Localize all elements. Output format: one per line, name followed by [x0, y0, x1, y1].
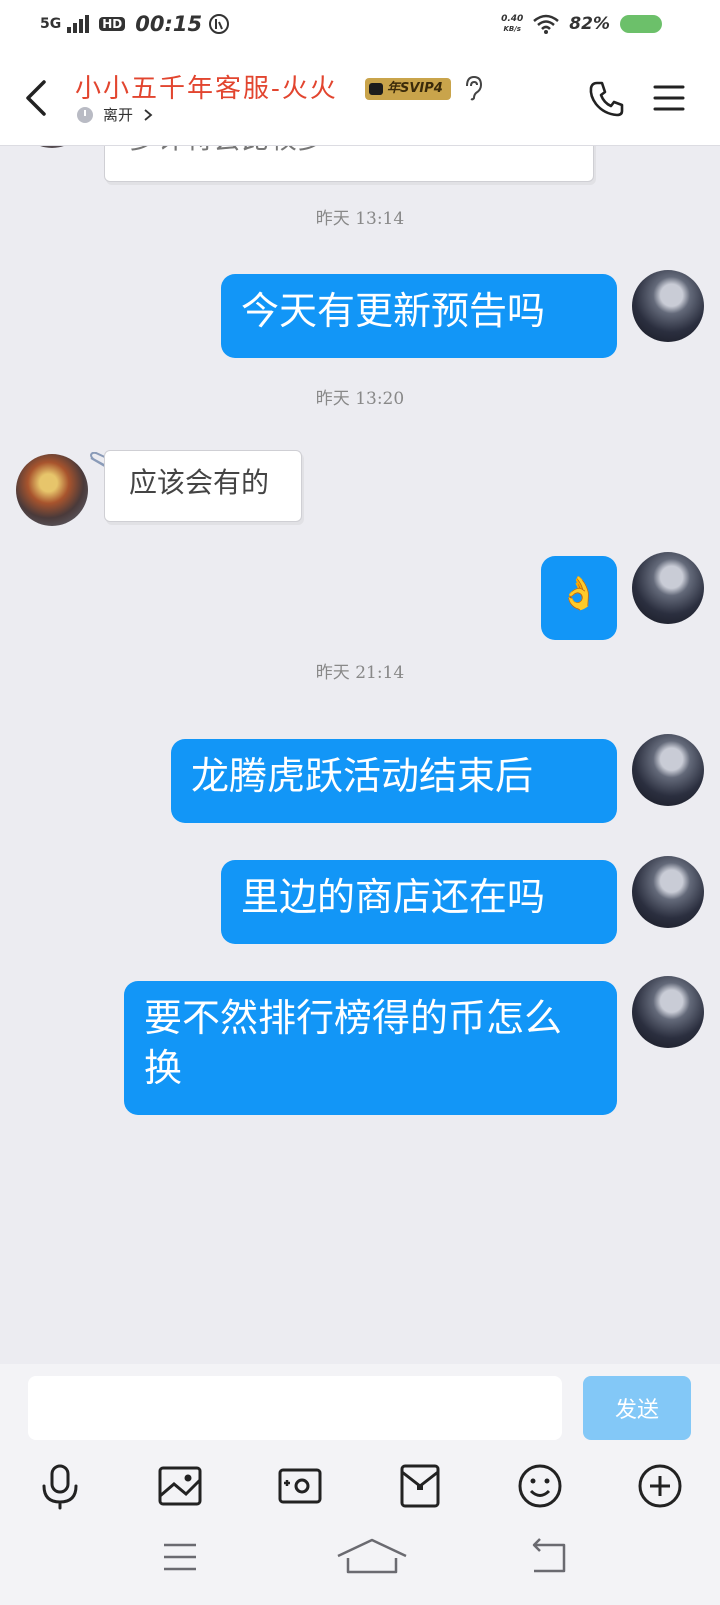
message-input[interactable] [28, 1376, 562, 1440]
input-bar: 发送 [0, 1364, 720, 1605]
nav-back-button[interactable] [520, 1532, 580, 1582]
chevron-right-icon [144, 108, 153, 121]
clock-icon [77, 106, 93, 123]
wifi-icon [533, 14, 560, 34]
nav-home-button[interactable] [332, 1532, 412, 1582]
red-packet-icon[interactable] [392, 1458, 448, 1514]
timestamp: 昨天 21:14 [315, 663, 405, 683]
message-bubble-partial[interactable]: 多许将会比较多 [104, 146, 594, 182]
add-icon[interactable] [632, 1458, 688, 1514]
status-bar: 5G HD 00:15 0.40 KB/s 82% [0, 0, 720, 52]
my-avatar[interactable] [632, 270, 704, 342]
message-list[interactable]: 多许将会比较多 昨天 13:14 今天有更新预告吗 昨天 13:20 应该会有的… [0, 146, 720, 1364]
message-bubble-outgoing[interactable]: 龙腾虎跃活动结束后 [171, 739, 617, 823]
menu-button[interactable] [653, 82, 685, 114]
camera-icon[interactable] [272, 1458, 328, 1514]
microphone-icon[interactable] [32, 1458, 88, 1514]
battery-icon [620, 15, 662, 33]
chat-header: 小小五千年客服-火火 年SVIP4 离开 [0, 52, 720, 146]
signal-icon [67, 15, 90, 33]
message-bubble-outgoing[interactable]: 里边的商店还在吗 [221, 860, 617, 944]
agent-avatar[interactable] [16, 454, 88, 526]
battery-percent: 82% [569, 14, 610, 34]
ear-icon[interactable] [462, 74, 484, 102]
timestamp: 昨天 13:20 [315, 389, 405, 409]
message-bubble-outgoing[interactable]: 今天有更新预告吗 [221, 274, 617, 358]
phone-call-button[interactable] [588, 80, 624, 118]
presence-label: 离开 [103, 106, 134, 124]
send-button[interactable]: 发送 [583, 1376, 691, 1440]
image-icon[interactable] [152, 1458, 208, 1514]
chat-title[interactable]: 小小五千年客服-火火 [75, 68, 338, 105]
my-avatar[interactable] [632, 552, 704, 624]
notification-icon [209, 14, 230, 34]
message-bubble-incoming[interactable]: 应该会有的 [104, 450, 302, 522]
emoji-icon[interactable] [512, 1458, 568, 1514]
my-avatar[interactable] [632, 734, 704, 806]
nav-menu-button[interactable] [150, 1532, 210, 1582]
status-time: 00:15 [135, 12, 203, 36]
message-bubble-outgoing[interactable]: 👌 [541, 556, 617, 640]
net-speed: 0.40 KB/s [501, 14, 524, 33]
my-avatar[interactable] [632, 856, 704, 928]
timestamp: 昨天 13:14 [315, 209, 405, 229]
agent-avatar-partial[interactable] [16, 146, 88, 148]
back-button[interactable] [18, 76, 58, 120]
hd-badge: HD [99, 17, 126, 31]
presence-status[interactable]: 离开 [77, 104, 153, 125]
message-bubble-outgoing[interactable]: 要不然排行榜得的币怎么换 [124, 981, 617, 1115]
svip-badge: 年SVIP4 [365, 78, 451, 100]
network-indicator: 5G [40, 16, 62, 32]
my-avatar[interactable] [632, 976, 704, 1048]
